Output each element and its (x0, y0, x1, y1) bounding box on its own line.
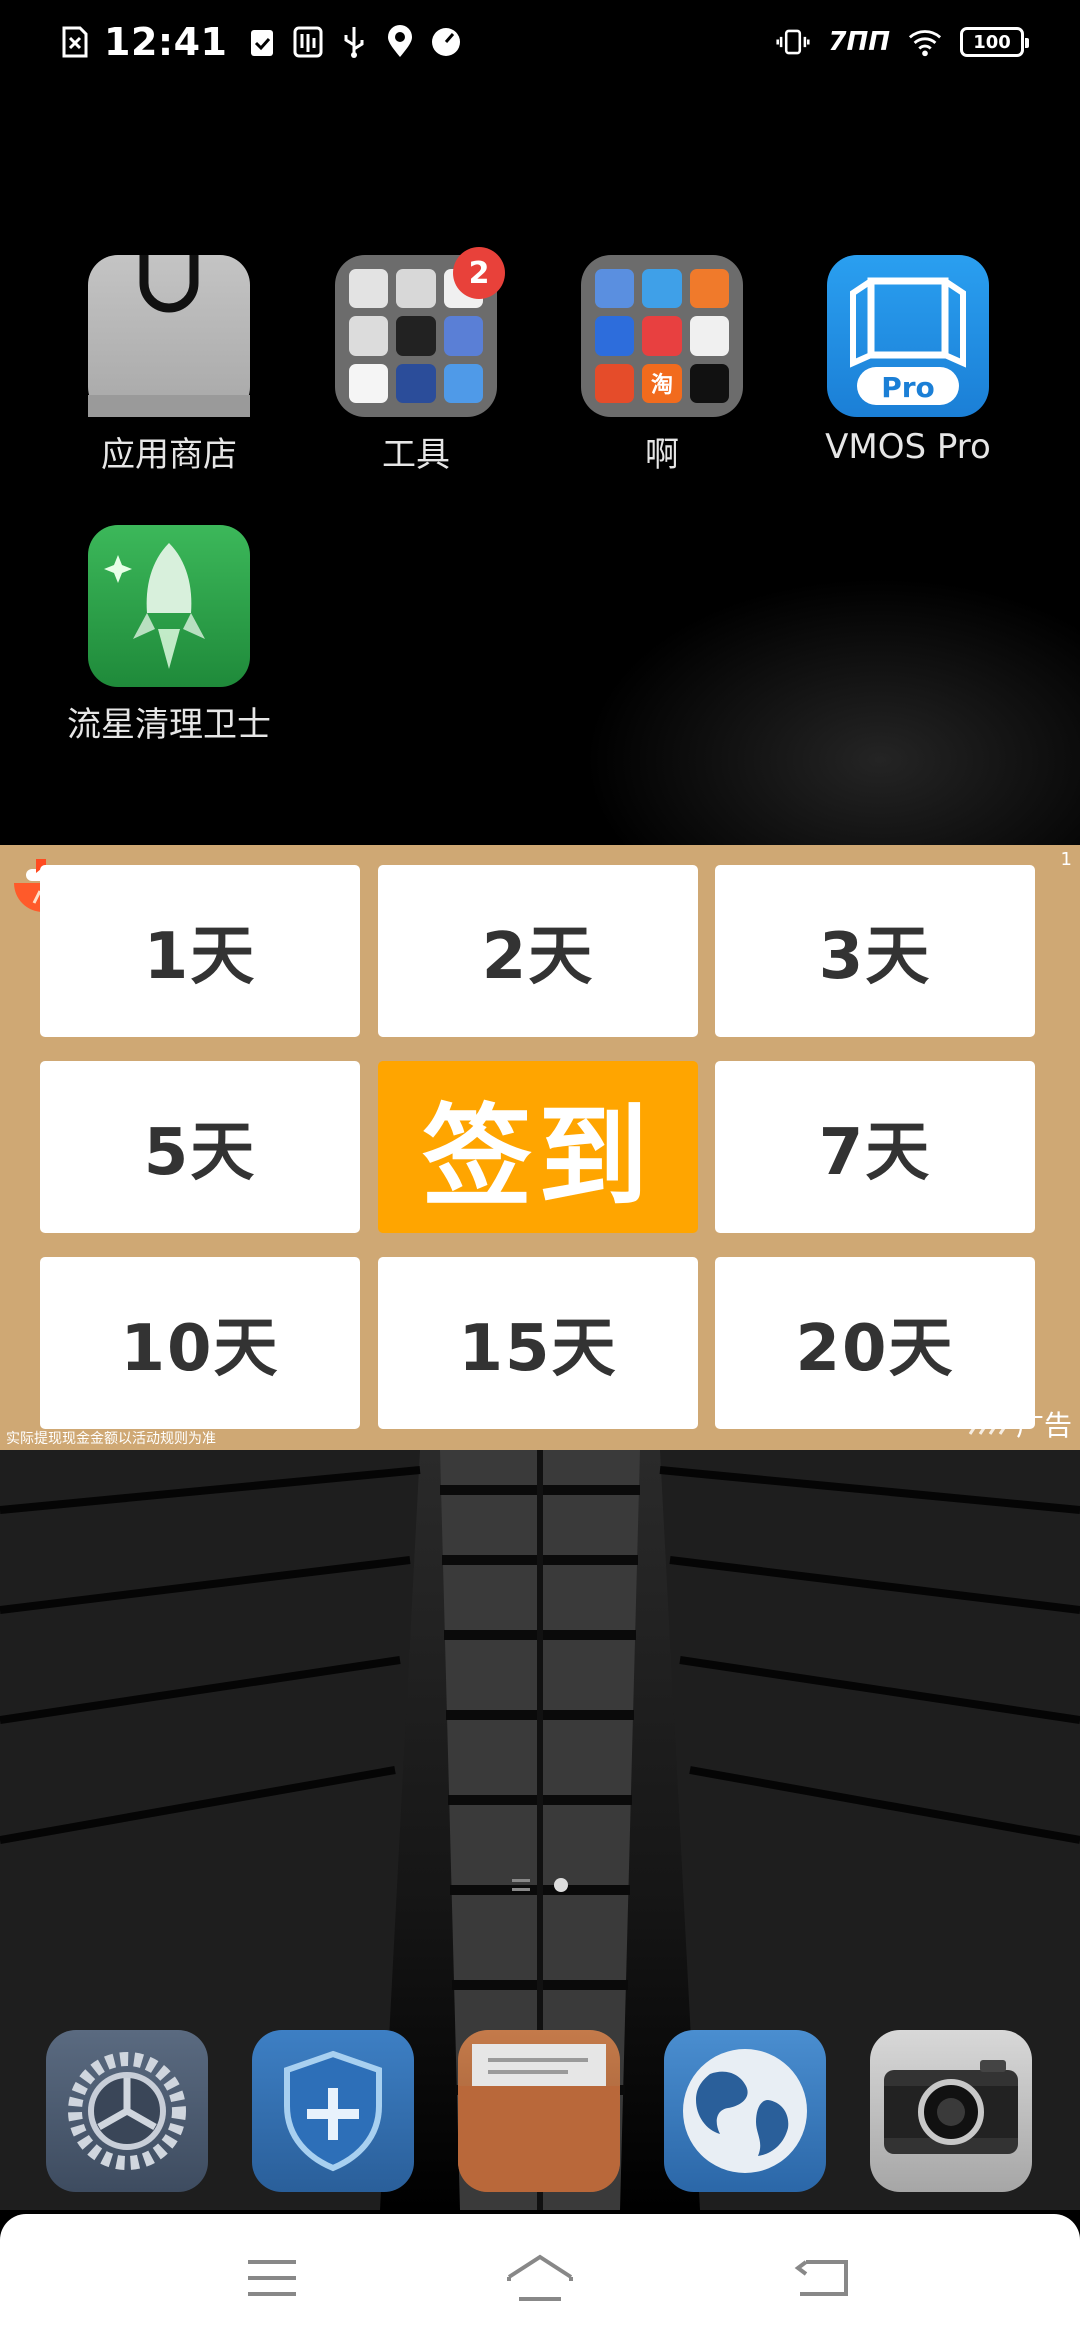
check-in-button[interactable]: 签到 (378, 1061, 698, 1233)
apps-folder-icon: 淘 (581, 255, 743, 417)
ad-mark-icon (968, 1415, 1010, 1435)
tools-folder-icon: 2 (335, 247, 505, 417)
app-label: 工具 (382, 435, 450, 475)
check-in-ad-banner[interactable]: 1 1天 2天 3天 5天 签到 7天 10天 15天 20天 实际提现现金金额… (0, 845, 1080, 1450)
taobao-icon: 淘 (642, 363, 682, 403)
status-bar: 12:41 7ΠΠ 100 (0, 0, 1080, 84)
usb-icon (337, 25, 371, 59)
page-list-indicator (512, 1879, 530, 1891)
app-app-store[interactable]: 应用商店 (46, 255, 292, 476)
speedometer-icon (429, 25, 463, 59)
usb-debug-icon (291, 25, 325, 59)
page-indicator[interactable] (0, 1878, 1080, 1892)
notification-x-icon (58, 25, 92, 59)
notification-badge: 2 (453, 247, 505, 299)
menu-button[interactable] (232, 2248, 312, 2308)
du-location-icon (383, 25, 417, 59)
app-label: 应用商店 (101, 435, 237, 475)
dock-settings[interactable] (46, 2030, 208, 2192)
wifi-icon (908, 25, 942, 59)
settings-gear-icon (68, 2052, 186, 2170)
navigation-bar (0, 2214, 1080, 2340)
back-icon (794, 2260, 848, 2296)
app-meteor-cleaner[interactable]: 流星清理卫士 (46, 525, 292, 746)
ad-counter: 1 (1060, 849, 1072, 870)
dock-security[interactable] (252, 2030, 414, 2192)
vibrate-icon (776, 25, 810, 59)
day-1-cell[interactable]: 1天 (40, 865, 360, 1037)
status-time: 12:41 (104, 20, 228, 64)
vmos-pro-icon: Pro (827, 255, 989, 417)
battery-level: 100 (973, 31, 1011, 53)
page-dot-active (554, 1878, 568, 1892)
day-3-cell[interactable]: 3天 (715, 865, 1035, 1037)
rocket-cleaner-icon (88, 525, 250, 687)
day-15-cell[interactable]: 15天 (378, 1257, 698, 1429)
app-label: 流星清理卫士 (67, 705, 271, 745)
day-7-cell[interactable]: 7天 (715, 1061, 1035, 1233)
ad-label[interactable]: 广告 (968, 1404, 1072, 1444)
file-manager-folder-icon (458, 2044, 620, 2192)
dock-browser[interactable] (664, 2030, 826, 2192)
camera-icon (884, 2060, 1018, 2154)
day-2-cell[interactable]: 2天 (378, 865, 698, 1037)
dock-file-manager[interactable] (458, 2030, 620, 2192)
clipboard-check-icon (245, 25, 279, 59)
browser-globe-icon (683, 2049, 807, 2173)
app-label: VMOS Pro (825, 427, 991, 467)
app-tools-folder[interactable]: 2 工具 (293, 247, 539, 476)
menu-icon (248, 2260, 296, 2296)
dock-camera[interactable] (870, 2030, 1032, 2192)
app-label: 啊 (645, 435, 679, 475)
home-button[interactable] (500, 2248, 580, 2308)
day-5-cell[interactable]: 5天 (40, 1061, 360, 1233)
network-type-label: 7ΠΠ (828, 27, 890, 57)
back-button[interactable] (782, 2248, 862, 2308)
vmos-pro-icon-text: Pro (881, 371, 935, 404)
shopping-bag-icon (88, 255, 250, 417)
app-vmos-pro[interactable]: Pro VMOS Pro (785, 255, 1031, 467)
app-a-folder[interactable]: 淘 啊 (539, 255, 785, 476)
home-icon (507, 2254, 573, 2301)
battery-icon: 100 (960, 27, 1029, 57)
day-10-cell[interactable]: 10天 (40, 1257, 360, 1429)
security-shield-icon (284, 2050, 382, 2172)
ad-label-text: 广告 (1015, 1409, 1072, 1442)
ad-disclaimer: 实际提现现金金额以活动规则为准 (6, 1431, 216, 1447)
